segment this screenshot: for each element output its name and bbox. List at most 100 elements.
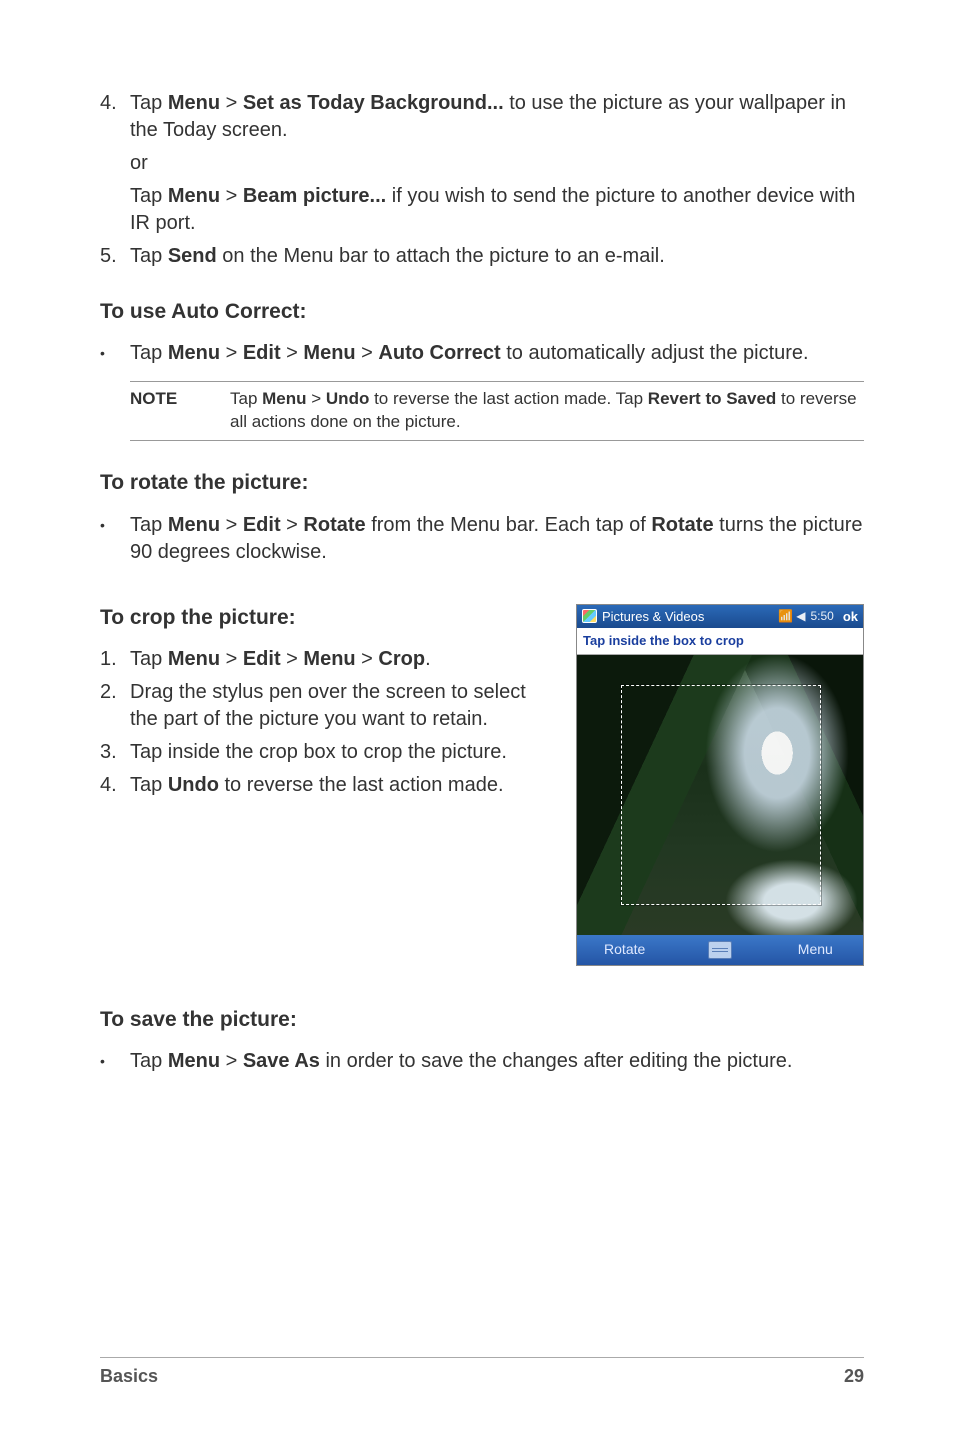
edit-label: Edit — [243, 648, 281, 670]
text: on the Menu bar to attach the picture to… — [217, 245, 665, 267]
bullet-text: Tap Menu > Save As in order to save the … — [130, 1048, 864, 1075]
screenshot-softkey-bar: Rotate Menu — [577, 935, 863, 965]
step-4-alt: Tap Menu > Beam picture... if you wish t… — [130, 183, 864, 237]
heading-save: To save the picture: — [100, 1006, 864, 1034]
menu-label: Menu — [168, 648, 220, 670]
text: Tap — [130, 1050, 168, 1072]
action-label: Auto Correct — [378, 342, 500, 364]
footer-section: Basics — [100, 1364, 158, 1388]
bullet-icon: • — [100, 512, 130, 566]
text: to reverse the last action made. — [219, 774, 504, 796]
edit-label: Edit — [243, 514, 281, 536]
step-number: 2. — [100, 679, 130, 733]
step-number: 3. — [100, 739, 130, 766]
text: Tap — [130, 774, 168, 796]
menu-label: Menu — [262, 389, 306, 408]
keyboard-icon — [672, 941, 767, 959]
separator: > — [220, 342, 243, 364]
menu-label: Menu — [168, 342, 220, 364]
app-title: Pictures & Videos — [602, 608, 773, 626]
text: Tap — [130, 185, 168, 207]
text: Tap — [130, 514, 168, 536]
heading-crop: To crop the picture: — [100, 604, 544, 632]
or-text: or — [130, 150, 864, 177]
step-text: Tap Menu > Edit > Menu > Crop. — [130, 646, 544, 673]
rotate-label: Rotate — [303, 514, 365, 536]
text: from the Menu bar. Each tap of — [366, 514, 652, 536]
note-text: Tap Menu > Undo to reverse the last acti… — [230, 388, 864, 434]
crop-step-4: 4. Tap Undo to reverse the last action m… — [100, 772, 544, 799]
menu-label: Menu — [168, 185, 220, 207]
menu-label: Menu — [303, 342, 355, 364]
separator: > — [307, 389, 326, 408]
list-item-step-5: 5. Tap Send on the Menu bar to attach th… — [100, 243, 864, 270]
crop-label: Crop — [378, 648, 425, 670]
separator: > — [220, 92, 243, 114]
text: to reverse the last action made. Tap — [369, 389, 647, 408]
separator: > — [220, 185, 243, 207]
action-label: Beam picture... — [243, 185, 386, 207]
step-text: Tap Menu > Set as Today Background... to… — [130, 90, 864, 144]
heading-rotate: To rotate the picture: — [100, 469, 864, 497]
separator: > — [356, 342, 379, 364]
bullet-text: Tap Menu > Edit > Menu > Auto Correct to… — [130, 340, 864, 367]
list-item-step-4: 4. Tap Menu > Set as Today Background...… — [100, 90, 864, 144]
heading-auto-correct: To use Auto Correct: — [100, 298, 864, 326]
separator: > — [281, 648, 304, 670]
edit-label: Edit — [243, 342, 281, 364]
text: Tap — [130, 342, 168, 364]
text: Tap — [130, 648, 168, 670]
bullet-save: • Tap Menu > Save As in order to save th… — [100, 1048, 864, 1075]
text: Tap — [130, 92, 168, 114]
menu-label: Menu — [168, 514, 220, 536]
menu-label: Menu — [168, 1050, 220, 1072]
bullet-auto-correct: • Tap Menu > Edit > Menu > Auto Correct … — [100, 340, 864, 367]
rotate-softkey: Rotate — [577, 940, 672, 959]
text: Tap — [130, 245, 168, 267]
step-text: Tap inside the crop box to crop the pict… — [130, 739, 544, 766]
menu-label: Menu — [168, 92, 220, 114]
text: in order to save the changes after editi… — [320, 1050, 793, 1072]
action-label: Send — [168, 245, 217, 267]
rotate-label: Rotate — [651, 514, 713, 536]
text: Tap — [230, 389, 262, 408]
bullet-icon: • — [100, 1048, 130, 1075]
step-text: Tap Send on the Menu bar to attach the p… — [130, 243, 864, 270]
page-footer: Basics 29 — [100, 1357, 864, 1388]
step-text: Tap Undo to reverse the last action made… — [130, 772, 544, 799]
crop-step-2: 2. Drag the stylus pen over the screen t… — [100, 679, 544, 733]
menu-softkey: Menu — [768, 940, 863, 959]
bullet-icon: • — [100, 340, 130, 367]
separator: > — [220, 1050, 243, 1072]
separator: > — [281, 342, 304, 364]
text: to automatically adjust the picture. — [501, 342, 809, 364]
revert-label: Revert to Saved — [648, 389, 777, 408]
crop-selection-box — [621, 685, 821, 905]
ok-button: ok — [843, 608, 858, 626]
menu-label: Menu — [303, 648, 355, 670]
separator: > — [220, 514, 243, 536]
step-number: 1. — [100, 646, 130, 673]
separator: > — [356, 648, 379, 670]
bullet-rotate: • Tap Menu > Edit > Rotate from the Menu… — [100, 512, 864, 566]
start-icon — [582, 609, 597, 623]
separator: > — [281, 514, 304, 536]
undo-label: Undo — [326, 389, 369, 408]
separator: > — [220, 648, 243, 670]
save-as-label: Save As — [243, 1050, 320, 1072]
step-text: Drag the stylus pen over the screen to s… — [130, 679, 544, 733]
action-label: Set as Today Background... — [243, 92, 504, 114]
screenshot-image-area — [577, 655, 863, 935]
undo-label: Undo — [168, 774, 219, 796]
text: . — [425, 648, 431, 670]
screenshot-prompt: Tap inside the box to crop — [577, 628, 863, 655]
signal-icon: 📶 ◀ — [778, 608, 806, 624]
crop-step-1: 1. Tap Menu > Edit > Menu > Crop. — [100, 646, 544, 673]
bullet-text: Tap Menu > Edit > Rotate from the Menu b… — [130, 512, 864, 566]
note-label: NOTE — [130, 388, 230, 434]
footer-page-number: 29 — [844, 1364, 864, 1388]
device-screenshot: Pictures & Videos 📶 ◀ 5:50 ok Tap inside… — [576, 604, 864, 966]
step-number: 4. — [100, 90, 130, 144]
step-number: 4. — [100, 772, 130, 799]
screenshot-titlebar: Pictures & Videos 📶 ◀ 5:50 ok — [577, 605, 863, 629]
